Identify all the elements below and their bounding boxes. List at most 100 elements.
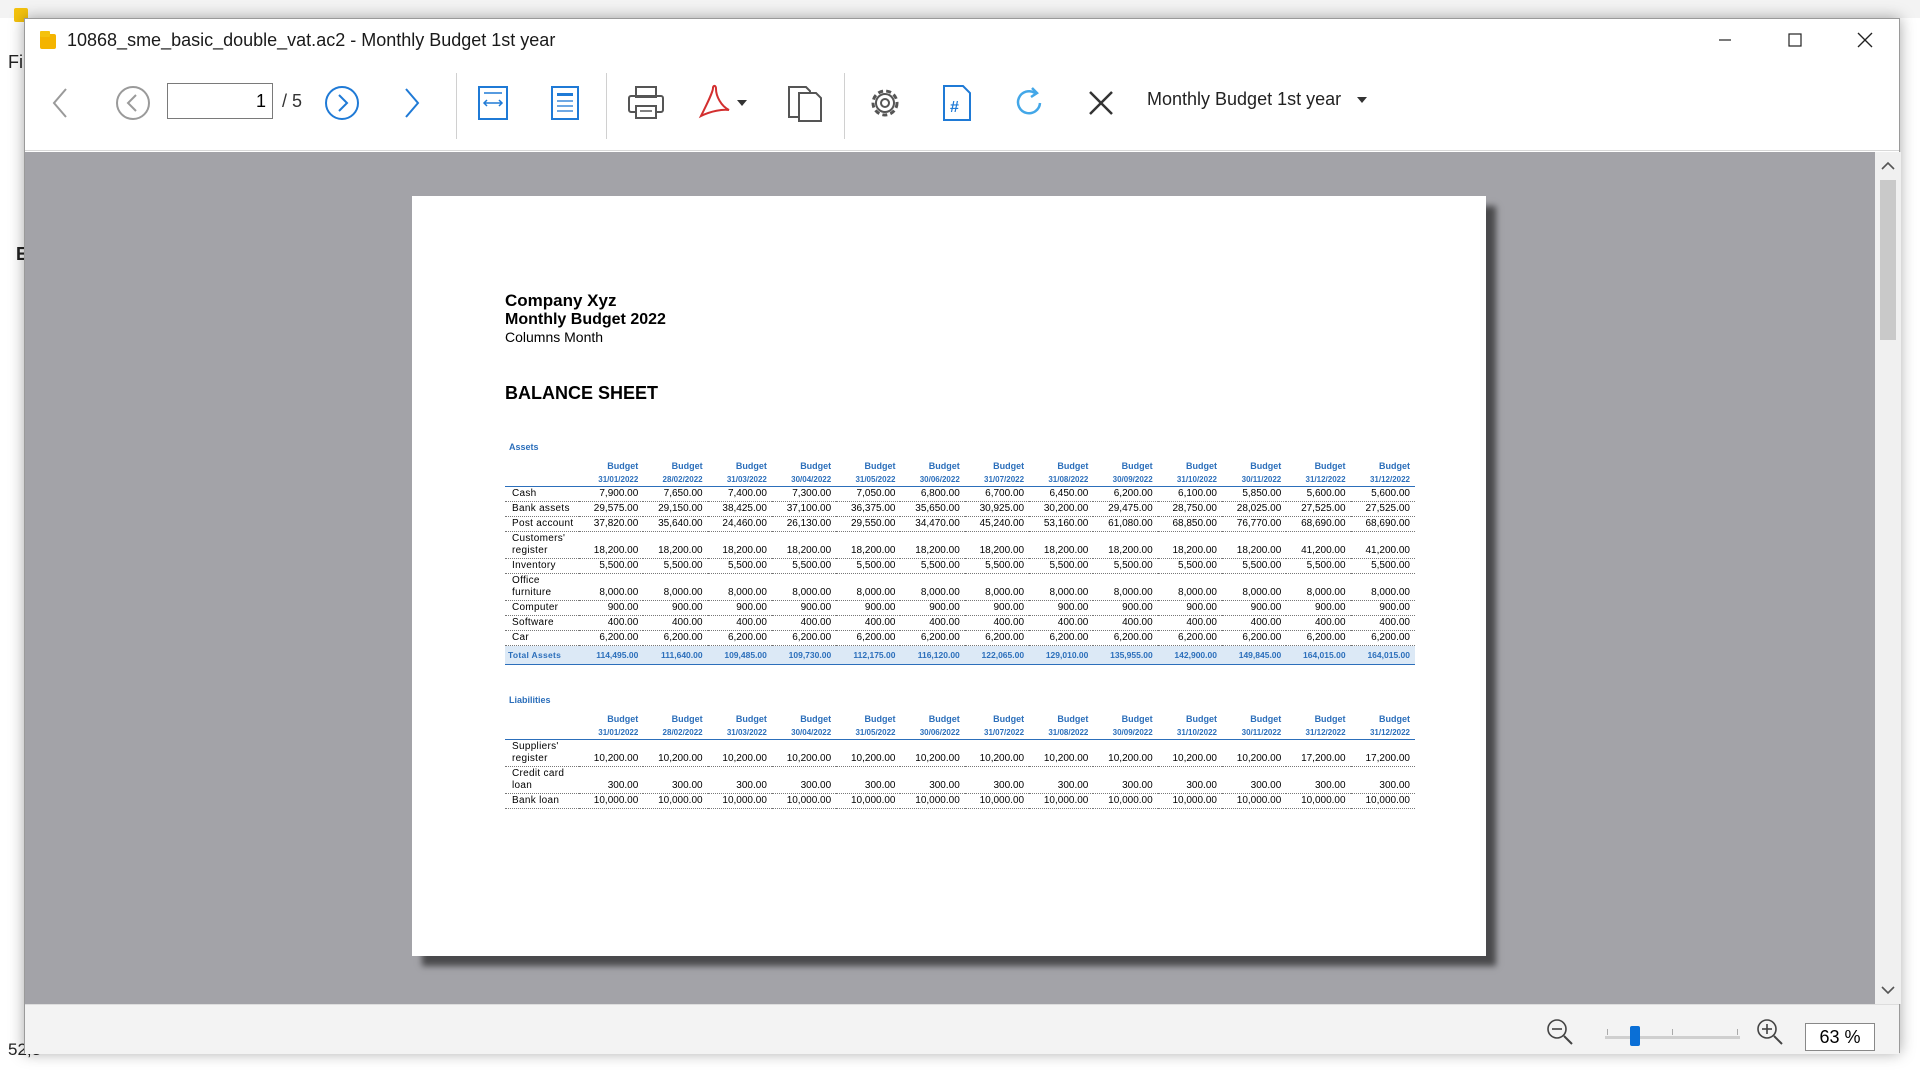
table-cell: 6,200.00 — [579, 630, 644, 646]
column-header-date: 30/11/2022 — [1221, 473, 1287, 487]
column-header-budget: Budget — [1121, 714, 1153, 724]
header-spacer — [505, 473, 579, 487]
preview-area[interactable]: Company Xyz Monthly Budget 2022 Columns … — [25, 152, 1875, 1004]
fit-page-button[interactable] — [545, 81, 585, 125]
maximize-icon — [1788, 33, 1802, 47]
column-header-budget: Budget — [1314, 714, 1346, 724]
report-selector[interactable]: Monthly Budget 1st year — [1147, 89, 1369, 110]
table-cell: 5,500.00 — [579, 558, 644, 574]
table-cell: 300.00 — [964, 766, 1030, 794]
total-cell: 116,120.00 — [900, 645, 965, 665]
total-cell: 122,065.00 — [964, 645, 1030, 665]
column-header-budget: Budget — [1057, 461, 1089, 471]
table-cell: 8,000.00 — [579, 573, 644, 601]
row-label: Credit card loan — [505, 766, 579, 794]
scroll-down-icon[interactable] — [1875, 980, 1901, 1000]
vertical-scrollbar[interactable] — [1875, 152, 1901, 1004]
maximize-button[interactable] — [1760, 19, 1830, 61]
table-cell: 18,200.00 — [771, 531, 837, 559]
row-label: Bank assets — [505, 501, 579, 517]
table-cell: 30,200.00 — [1029, 501, 1094, 517]
column-header-budget: Budget — [671, 461, 703, 471]
table-cell: 6,700.00 — [964, 486, 1030, 502]
zoom-tick — [1672, 1029, 1673, 1035]
table-cell: 900.00 — [836, 600, 901, 616]
column-header-budget: Budget — [735, 714, 767, 724]
table-cell: 300.00 — [771, 766, 837, 794]
export-pdf-button[interactable] — [695, 81, 751, 125]
table-cell: 61,080.00 — [1093, 516, 1158, 532]
scroll-up-icon[interactable] — [1875, 156, 1901, 176]
close-window-button[interactable] — [1830, 19, 1900, 61]
first-page-button[interactable] — [45, 81, 75, 125]
total-cell: 149,845.00 — [1221, 645, 1287, 665]
total-cell: 129,010.00 — [1029, 645, 1094, 665]
table-cell: 18,200.00 — [900, 531, 965, 559]
hash-document-icon: # — [943, 85, 971, 121]
table-cell: 53,160.00 — [1029, 516, 1094, 532]
background-column — [0, 280, 25, 850]
table-cell: 5,500.00 — [1350, 558, 1415, 574]
report-page: Company Xyz Monthly Budget 2022 Columns … — [412, 196, 1486, 956]
table-cell: 29,550.00 — [836, 516, 901, 532]
table-cell: 36,375.00 — [836, 501, 901, 517]
table-cell: 18,200.00 — [643, 531, 708, 559]
column-header-date: 31/10/2022 — [1157, 726, 1222, 740]
column-header-date: 31/07/2022 — [964, 726, 1030, 740]
zoom-slider-track[interactable] — [1605, 1029, 1740, 1039]
table-cell: 300.00 — [1093, 766, 1158, 794]
column-header-date: 30/04/2022 — [771, 726, 837, 740]
table-cell: 37,100.00 — [771, 501, 837, 517]
total-label: Total Assets — [505, 645, 579, 665]
table-cell: 900.00 — [1029, 600, 1094, 616]
total-cell: 109,730.00 — [771, 645, 837, 665]
table-cell: 5,500.00 — [1093, 558, 1158, 574]
table-cell: 300.00 — [1286, 766, 1351, 794]
previous-page-button[interactable] — [113, 81, 153, 125]
report-content: Company Xyz Monthly Budget 2022 Columns … — [505, 291, 1415, 809]
table-cell: 76,770.00 — [1221, 516, 1287, 532]
column-header-date: 28/02/2022 — [643, 726, 708, 740]
page-number-input[interactable] — [167, 83, 273, 119]
last-page-button[interactable] — [397, 81, 427, 125]
table-cell: 400.00 — [1029, 615, 1094, 631]
table-cell: 10,200.00 — [579, 739, 644, 767]
table-cell: 7,650.00 — [643, 486, 708, 502]
next-page-button[interactable] — [322, 81, 362, 125]
table-cell: 10,200.00 — [1093, 739, 1158, 767]
table-cell: 900.00 — [643, 600, 708, 616]
row-label: Bank loan — [505, 793, 579, 809]
window-title: 10868_sme_basic_double_vat.ac2 - Monthly… — [67, 30, 556, 50]
table-cell: 300.00 — [836, 766, 901, 794]
table-cell: 6,200.00 — [1350, 630, 1415, 646]
zoom-in-icon[interactable] — [1755, 1017, 1785, 1047]
column-header-date: 31/10/2022 — [1157, 473, 1222, 487]
column-header-budget: Budget — [1121, 461, 1153, 471]
column-header-date: 30/09/2022 — [1093, 726, 1158, 740]
table-cell: 400.00 — [836, 615, 901, 631]
table-cell: 5,500.00 — [1221, 558, 1287, 574]
scrollbar-thumb[interactable] — [1880, 180, 1896, 340]
minimize-button[interactable] — [1690, 19, 1760, 61]
zoom-slider-thumb[interactable] — [1630, 1026, 1640, 1046]
refresh-button[interactable] — [1007, 81, 1051, 125]
table-cell: 900.00 — [964, 600, 1030, 616]
table-row: Office furniture 8,000.00 8,000.00 8,000.00… — [505, 573, 1415, 601]
print-button[interactable] — [623, 81, 669, 125]
close-preview-button[interactable] — [1081, 81, 1121, 125]
page-numbering-button[interactable]: # — [935, 81, 979, 125]
table-cell: 10,200.00 — [964, 739, 1030, 767]
table-cell: 400.00 — [1286, 615, 1351, 631]
table-cell: 400.00 — [964, 615, 1030, 631]
table-cell: 900.00 — [900, 600, 965, 616]
copy-pages-button[interactable] — [783, 81, 827, 125]
zoom-out-icon[interactable] — [1545, 1017, 1575, 1047]
settings-button[interactable] — [863, 81, 907, 125]
zoom-value[interactable]: 63 % — [1805, 1023, 1875, 1051]
total-cell: 114,495.00 — [579, 645, 644, 665]
row-label: Post account — [505, 516, 579, 532]
fit-width-button[interactable] — [473, 81, 513, 125]
table-cell: 5,500.00 — [707, 558, 772, 574]
table-cell: 300.00 — [1157, 766, 1222, 794]
toolbar-separator — [456, 73, 457, 139]
